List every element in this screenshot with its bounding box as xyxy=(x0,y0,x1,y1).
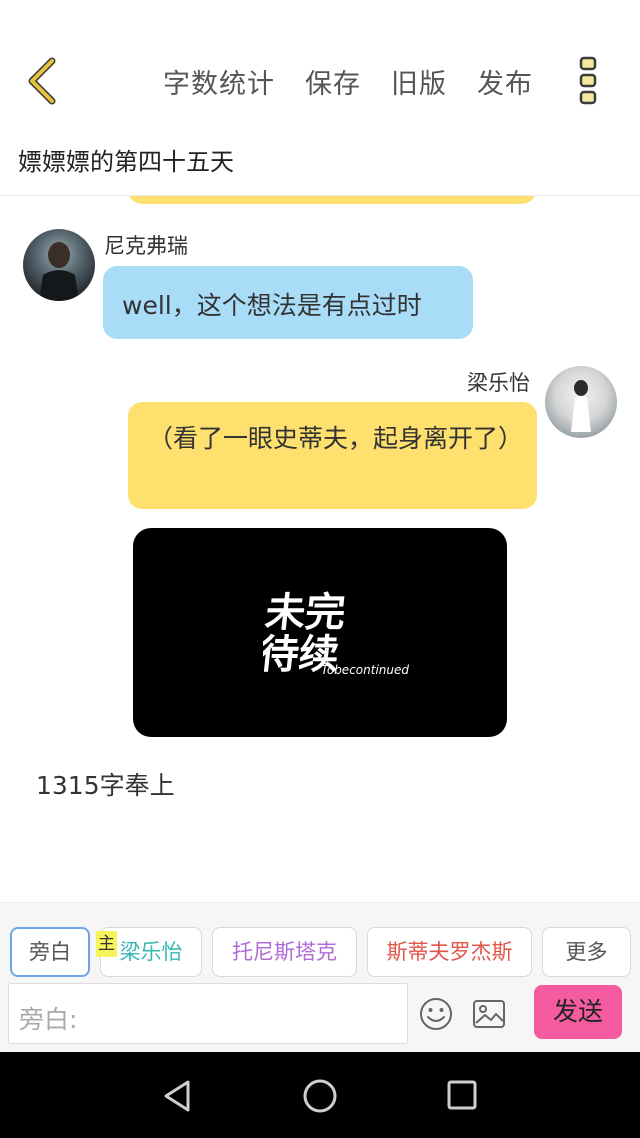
compose-panel: 旁白 主 梁乐怡 托尼斯塔克 斯蒂夫罗杰斯 更多 旁白: 发送 xyxy=(0,902,640,1052)
document-title[interactable]: 嫖嫖嫖的第四十五天 xyxy=(18,142,234,177)
speaker-name: 尼克弗瑞 xyxy=(104,234,188,258)
more-menu-button[interactable] xyxy=(578,55,600,107)
back-button[interactable] xyxy=(22,55,62,107)
image-message[interactable]: 未完 待续 Tobecontinued xyxy=(133,528,507,737)
title-bar: 嫖嫖嫖的第四十五天 xyxy=(0,130,640,196)
message-bubble[interactable]: well，这个想法是有点过时 xyxy=(103,266,473,339)
publish-button[interactable]: 发布 xyxy=(477,62,533,101)
to-be-continued-logo: 未完 待续 Tobecontinued xyxy=(263,590,409,678)
role-tab-steve-rogers[interactable]: 斯蒂夫罗杰斯 xyxy=(367,927,532,977)
emoji-icon xyxy=(420,998,452,1030)
nav-home-button[interactable] xyxy=(300,1076,340,1116)
top-toolbar: 字数统计 保存 旧版 发布 xyxy=(0,0,640,130)
nav-back-button[interactable] xyxy=(158,1076,198,1116)
nav-recent-icon xyxy=(447,1080,477,1110)
chat-area[interactable]: 尼克弗瑞 well，这个想法是有点过时 梁乐怡 （看了一眼史蒂夫，起身离开了） … xyxy=(0,196,640,902)
svg-text:Tobecontinued: Tobecontinued xyxy=(321,663,409,677)
avatar-nick-fury[interactable] xyxy=(23,229,95,301)
previous-message-bubble[interactable] xyxy=(128,196,536,204)
avatar-liang-leyi[interactable] xyxy=(545,366,617,438)
speaker-name: 梁乐怡 xyxy=(467,371,530,395)
avatar-liang-leyi-image xyxy=(571,380,591,432)
nav-back-icon xyxy=(164,1080,190,1112)
chevron-left-icon xyxy=(28,57,56,105)
message-bubble[interactable]: （看了一眼史蒂夫，起身离开了） xyxy=(128,402,537,509)
avatar-nick-fury-image xyxy=(39,242,79,301)
nav-recent-button[interactable] xyxy=(444,1077,480,1113)
word-stats-button[interactable]: 字数统计 xyxy=(163,62,275,101)
more-vertical-icon xyxy=(579,56,597,105)
role-tab-tony-stark[interactable]: 托尼斯塔克 xyxy=(212,927,357,977)
image-button[interactable] xyxy=(472,999,506,1029)
role-more-button[interactable]: 更多 xyxy=(542,927,631,977)
svg-text:未完: 未完 xyxy=(263,590,348,636)
role-tab-narrator[interactable]: 旁白 xyxy=(10,927,90,977)
system-navigation-bar xyxy=(0,1052,640,1138)
nav-home-icon xyxy=(303,1079,337,1113)
old-version-button[interactable]: 旧版 xyxy=(391,62,447,101)
save-button[interactable]: 保存 xyxy=(305,62,361,101)
word-count-note[interactable]: 1315字奉上 xyxy=(36,766,175,802)
message-input[interactable]: 旁白: xyxy=(8,983,408,1044)
main-role-badge: 主 xyxy=(96,931,117,957)
emoji-button[interactable] xyxy=(419,997,453,1031)
image-icon xyxy=(473,1000,505,1028)
send-button[interactable]: 发送 xyxy=(534,985,622,1039)
